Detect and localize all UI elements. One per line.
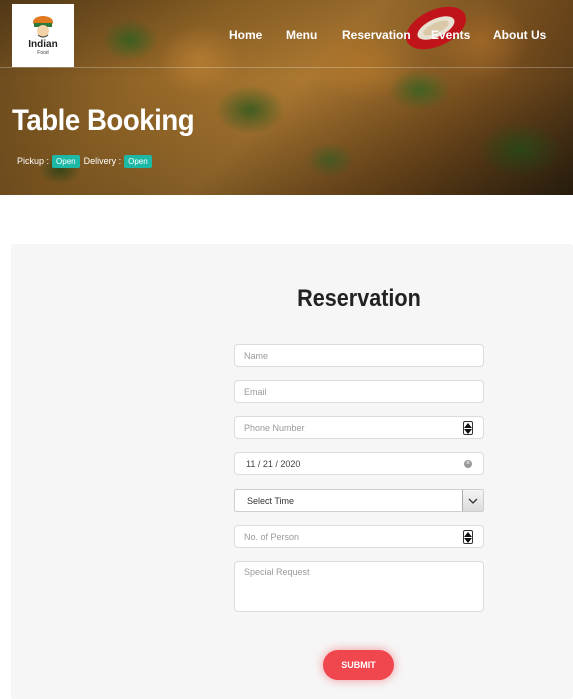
nav-divider (0, 67, 573, 68)
time-selected-value: Select Time (247, 495, 295, 506)
phone-placeholder: Phone Number (244, 422, 305, 433)
chevron-down-icon[interactable] (462, 490, 483, 511)
nav-item-menu[interactable]: Menu (286, 28, 317, 42)
date-value: 11 / 21 / 2020 (246, 458, 301, 469)
persons-placeholder: No. of Person (244, 531, 300, 542)
date-field[interactable]: 11 / 21 / 2020 × (234, 452, 484, 475)
time-select[interactable]: Select Time (234, 489, 484, 512)
form-title: Reservation (297, 285, 421, 312)
page-title: Table Booking (12, 104, 195, 137)
persons-spinner-icon[interactable] (463, 530, 473, 544)
nav-item-events[interactable]: Events (431, 28, 470, 42)
clear-date-icon[interactable]: × (464, 460, 472, 468)
persons-field[interactable]: No. of Person (234, 525, 484, 548)
name-field[interactable]: Name (234, 344, 484, 367)
email-field[interactable]: Email (234, 380, 484, 403)
email-placeholder: Email (244, 386, 267, 397)
delivery-status-badge: Open (124, 154, 152, 168)
nav-item-reservation[interactable]: Reservation (342, 28, 411, 42)
name-placeholder: Name (244, 350, 269, 361)
submit-button[interactable]: SUBMIT (323, 650, 394, 680)
nav-item-home[interactable]: Home (229, 28, 262, 42)
nav-item-about-us[interactable]: About Us (493, 28, 546, 42)
special-request-placeholder: Special Request (244, 567, 310, 577)
service-status: Pickup : Open Delivery : Open (17, 153, 156, 169)
delivery-label: Delivery : (83, 156, 122, 166)
logo-subtitle: Food (37, 50, 49, 56)
pickup-label: Pickup : (17, 156, 50, 166)
phone-field[interactable]: Phone Number (234, 416, 484, 439)
special-request-field[interactable]: Special Request (234, 561, 484, 612)
main-nav: Home Menu Reservation Events About Us (0, 28, 573, 44)
phone-spinner-icon[interactable] (463, 421, 473, 435)
pickup-status-badge: Open (52, 154, 80, 168)
